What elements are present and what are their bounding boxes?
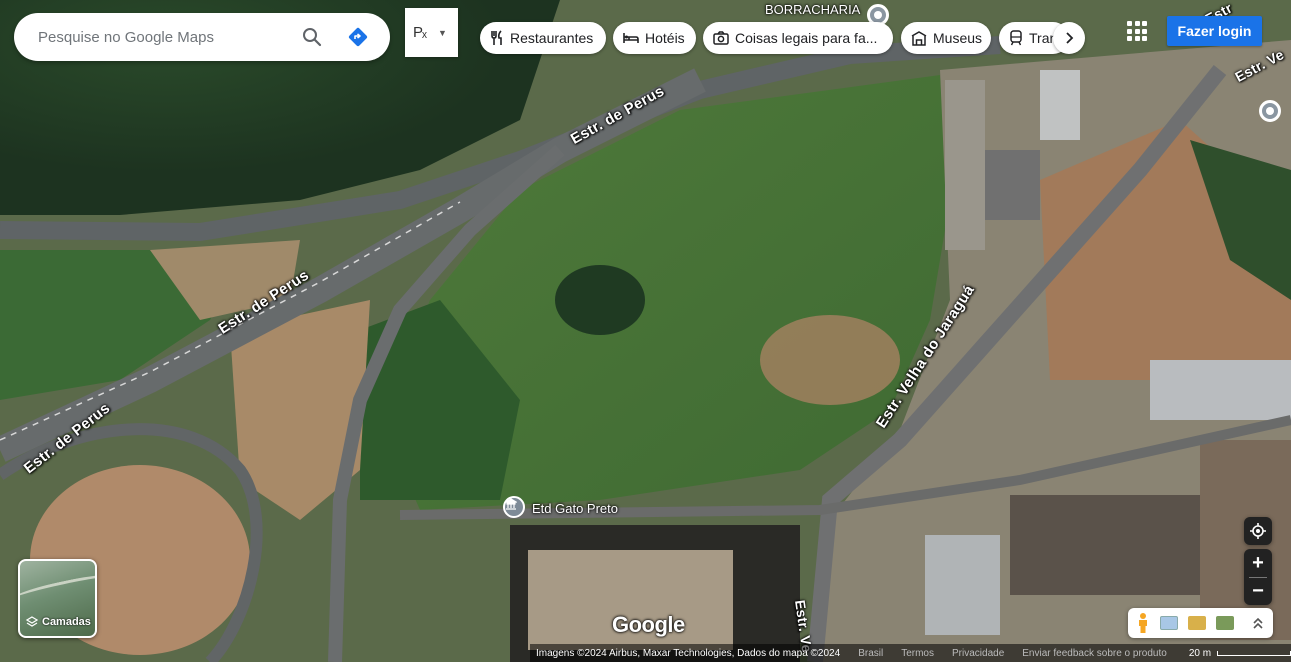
layers-icon [26,616,38,627]
chip-restaurants[interactable]: Restaurantes [480,22,606,54]
chip-label: Restaurantes [510,30,594,46]
chip-hotels[interactable]: Hotéis [613,22,696,54]
scale-indicator[interactable]: 20 m [1189,648,1291,659]
terms-link[interactable]: Termos [901,648,934,659]
privacy-link[interactable]: Privacidade [952,648,1004,659]
scale-label: 20 m [1188,647,1212,659]
chevron-down-icon: ▼ [437,27,447,38]
search-icon [303,28,322,47]
chip-label: Coisas legais para fa... [735,30,878,46]
chevron-up-double-icon[interactable] [1252,616,1264,630]
crosshair-icon [1250,523,1266,539]
zoom-controls: + − [1244,549,1272,605]
map-type-thumbnail-traffic[interactable] [1188,616,1206,630]
my-location-button[interactable] [1244,517,1272,545]
map-tools-panel [1128,608,1273,638]
bank-icon[interactable] [503,496,525,518]
poi-label-etd-gato-preto[interactable]: Etd Gato Preto [532,501,618,516]
map-footer: Imagens ©2024 Airbus, Maxar Technologies… [530,644,1291,662]
layers-label-wrap: Camadas [26,616,91,628]
apps-grid-icon [1127,21,1132,26]
museum-icon [911,30,927,46]
search-box[interactable] [14,13,390,61]
chip-museums[interactable]: Museus [901,22,991,54]
poi-label-borracharia[interactable]: BORRACHARIA [765,2,860,17]
country-link[interactable]: Brasil [858,648,883,659]
search-input[interactable] [38,28,292,46]
transport-mode-label: Pₓ [413,24,427,41]
layers-button[interactable]: Camadas [18,559,97,638]
chip-things-to-do[interactable]: Coisas legais para fa... [703,22,893,54]
transit-icon [1009,30,1023,46]
layers-label: Camadas [42,616,91,628]
search-button[interactable] [292,17,332,57]
camera-icon [713,31,729,45]
chips-scroll-next-button[interactable] [1053,22,1085,54]
map-type-thumbnail-transit[interactable] [1216,616,1234,630]
layers-thumbnail [20,569,95,607]
feedback-link[interactable]: Enviar feedback sobre o produto [1022,648,1167,659]
satellite-map[interactable]: Estr. de Perus Estr. de Perus Estr. de P… [0,0,1291,662]
chevron-right-icon [1066,32,1074,44]
transport-mode-selector[interactable]: Pₓ ▼ [405,8,458,57]
zoom-out-button[interactable]: − [1244,578,1272,605]
fork-knife-icon [490,30,504,46]
pegman-icon[interactable] [1136,612,1150,634]
chip-label: Hotéis [645,30,685,46]
scale-bar [1217,650,1291,656]
chip-label: Museus [933,30,983,46]
google-apps-button[interactable] [1125,19,1149,43]
login-button[interactable]: Fazer login [1167,16,1262,46]
directions-icon [348,27,368,47]
place-pin-icon[interactable] [1259,100,1281,122]
google-logo: Google [612,612,685,637]
imagery-attribution: Imagens ©2024 Airbus, Maxar Technologies… [536,647,841,659]
map-type-thumbnail-terrain[interactable] [1160,616,1178,630]
zoom-in-button[interactable]: + [1244,550,1272,577]
bed-icon [623,32,639,44]
directions-button[interactable] [338,17,378,57]
